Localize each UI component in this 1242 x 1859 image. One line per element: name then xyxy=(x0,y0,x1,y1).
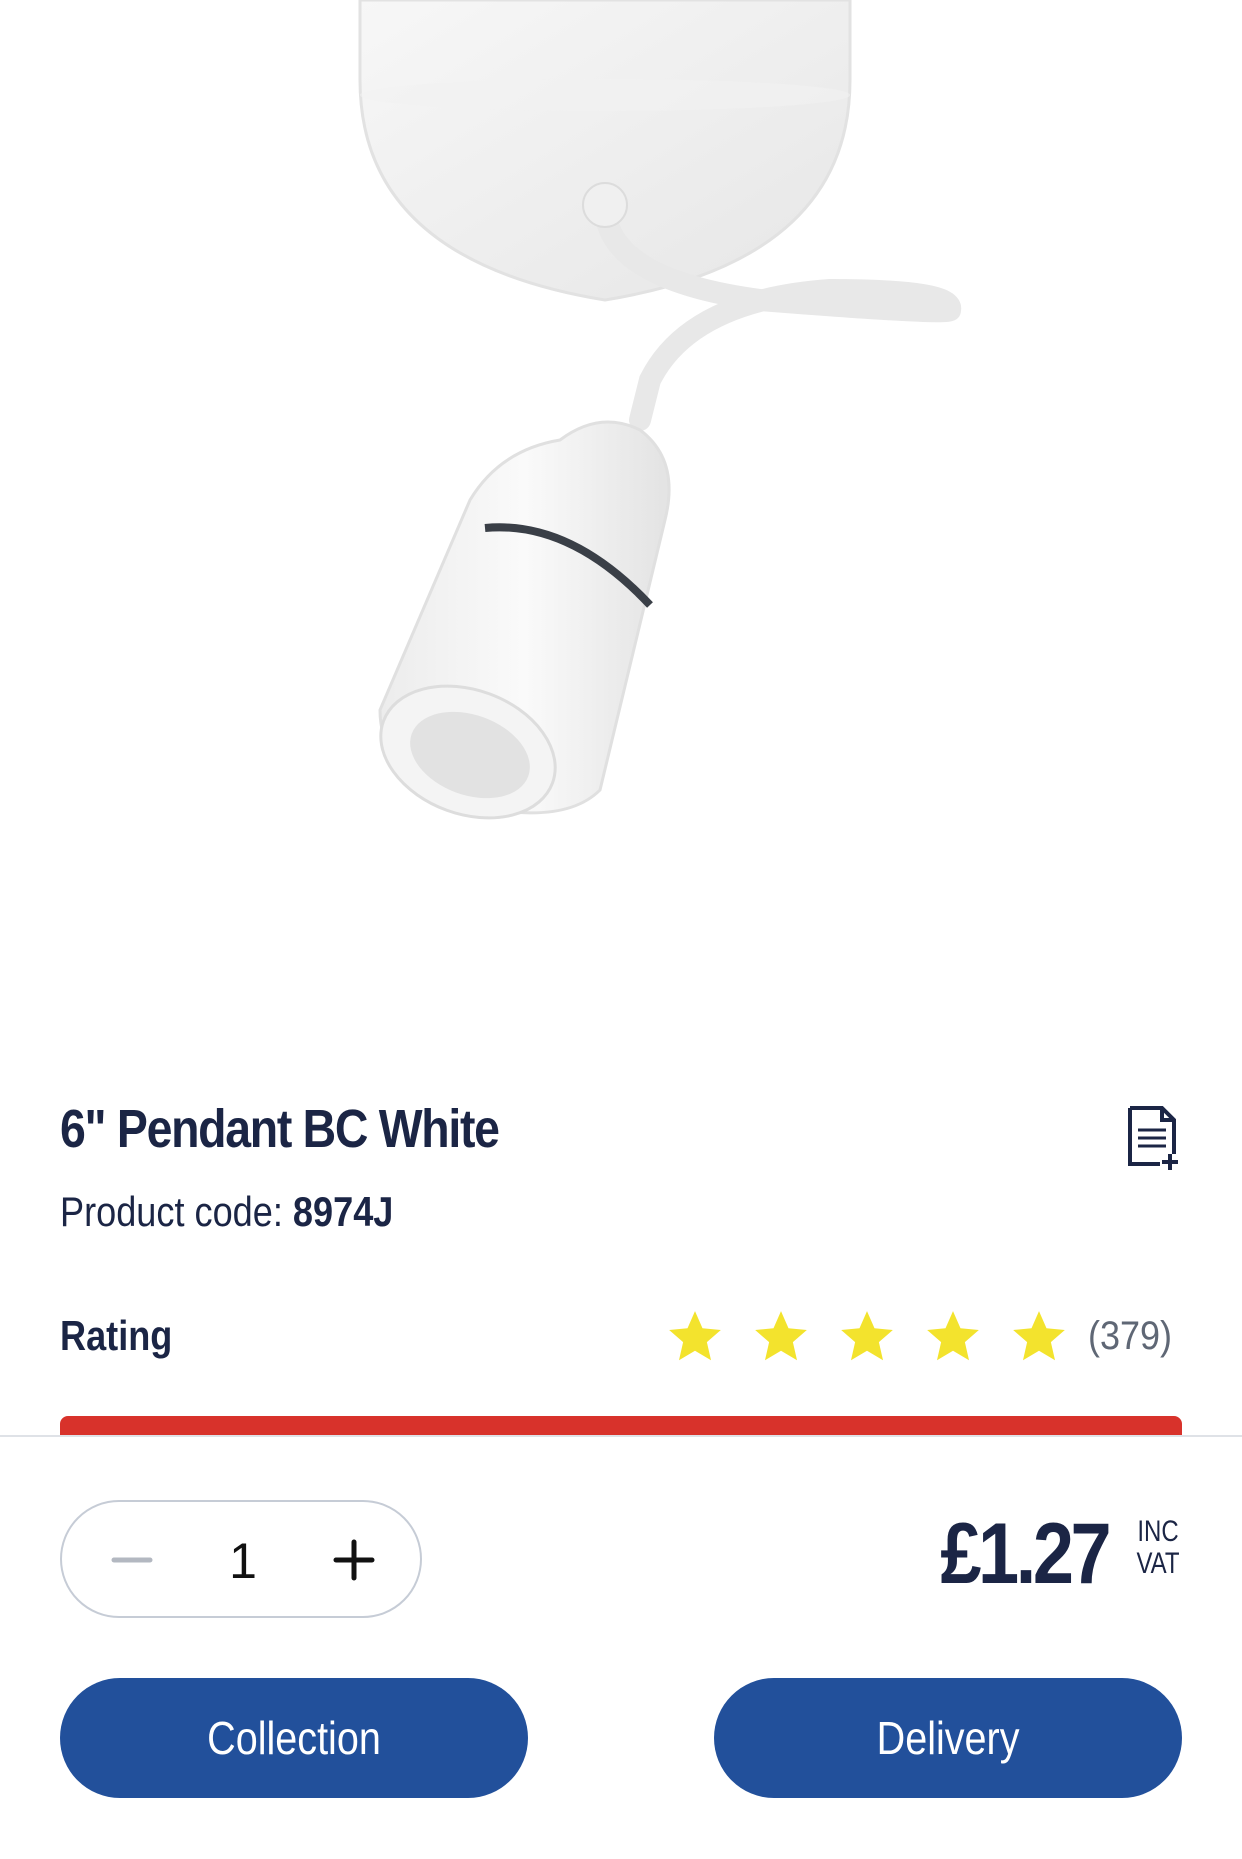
promo-banner-edge xyxy=(60,1416,1182,1436)
star-icon xyxy=(755,1311,807,1361)
product-code: Product code: 8974J xyxy=(60,1188,393,1236)
add-to-list-icon[interactable] xyxy=(1124,1104,1184,1172)
product-image[interactable] xyxy=(0,0,1242,1040)
product-title: 6" Pendant BC White xyxy=(60,1099,500,1159)
star-icon xyxy=(669,1311,721,1361)
rating-label: Rating xyxy=(60,1312,173,1359)
vat-label: INC VAT xyxy=(1134,1516,1182,1580)
product-price: £1.27 xyxy=(940,1506,1111,1602)
rating-count[interactable]: (379) xyxy=(1088,1314,1172,1359)
star-icon xyxy=(841,1311,893,1361)
delivery-button-label: Delivery xyxy=(876,1712,1020,1764)
vat-line-2: VAT xyxy=(1136,1547,1180,1580)
delivery-button[interactable]: Delivery xyxy=(714,1678,1182,1798)
collection-button[interactable]: Collection xyxy=(60,1678,528,1798)
star-rating[interactable] xyxy=(664,1306,1070,1370)
product-code-value: 8974J xyxy=(292,1188,394,1235)
star-icon xyxy=(1013,1311,1065,1361)
vat-line-1: INC xyxy=(1137,1515,1179,1548)
product-code-label: Product code: xyxy=(60,1188,283,1235)
collection-button-label: Collection xyxy=(207,1712,381,1764)
quantity-value[interactable]: 1 xyxy=(212,1532,274,1590)
plus-icon[interactable] xyxy=(324,1530,384,1590)
quantity-stepper: 1 xyxy=(60,1500,422,1618)
star-icon xyxy=(927,1311,979,1361)
minus-icon[interactable] xyxy=(102,1530,162,1590)
